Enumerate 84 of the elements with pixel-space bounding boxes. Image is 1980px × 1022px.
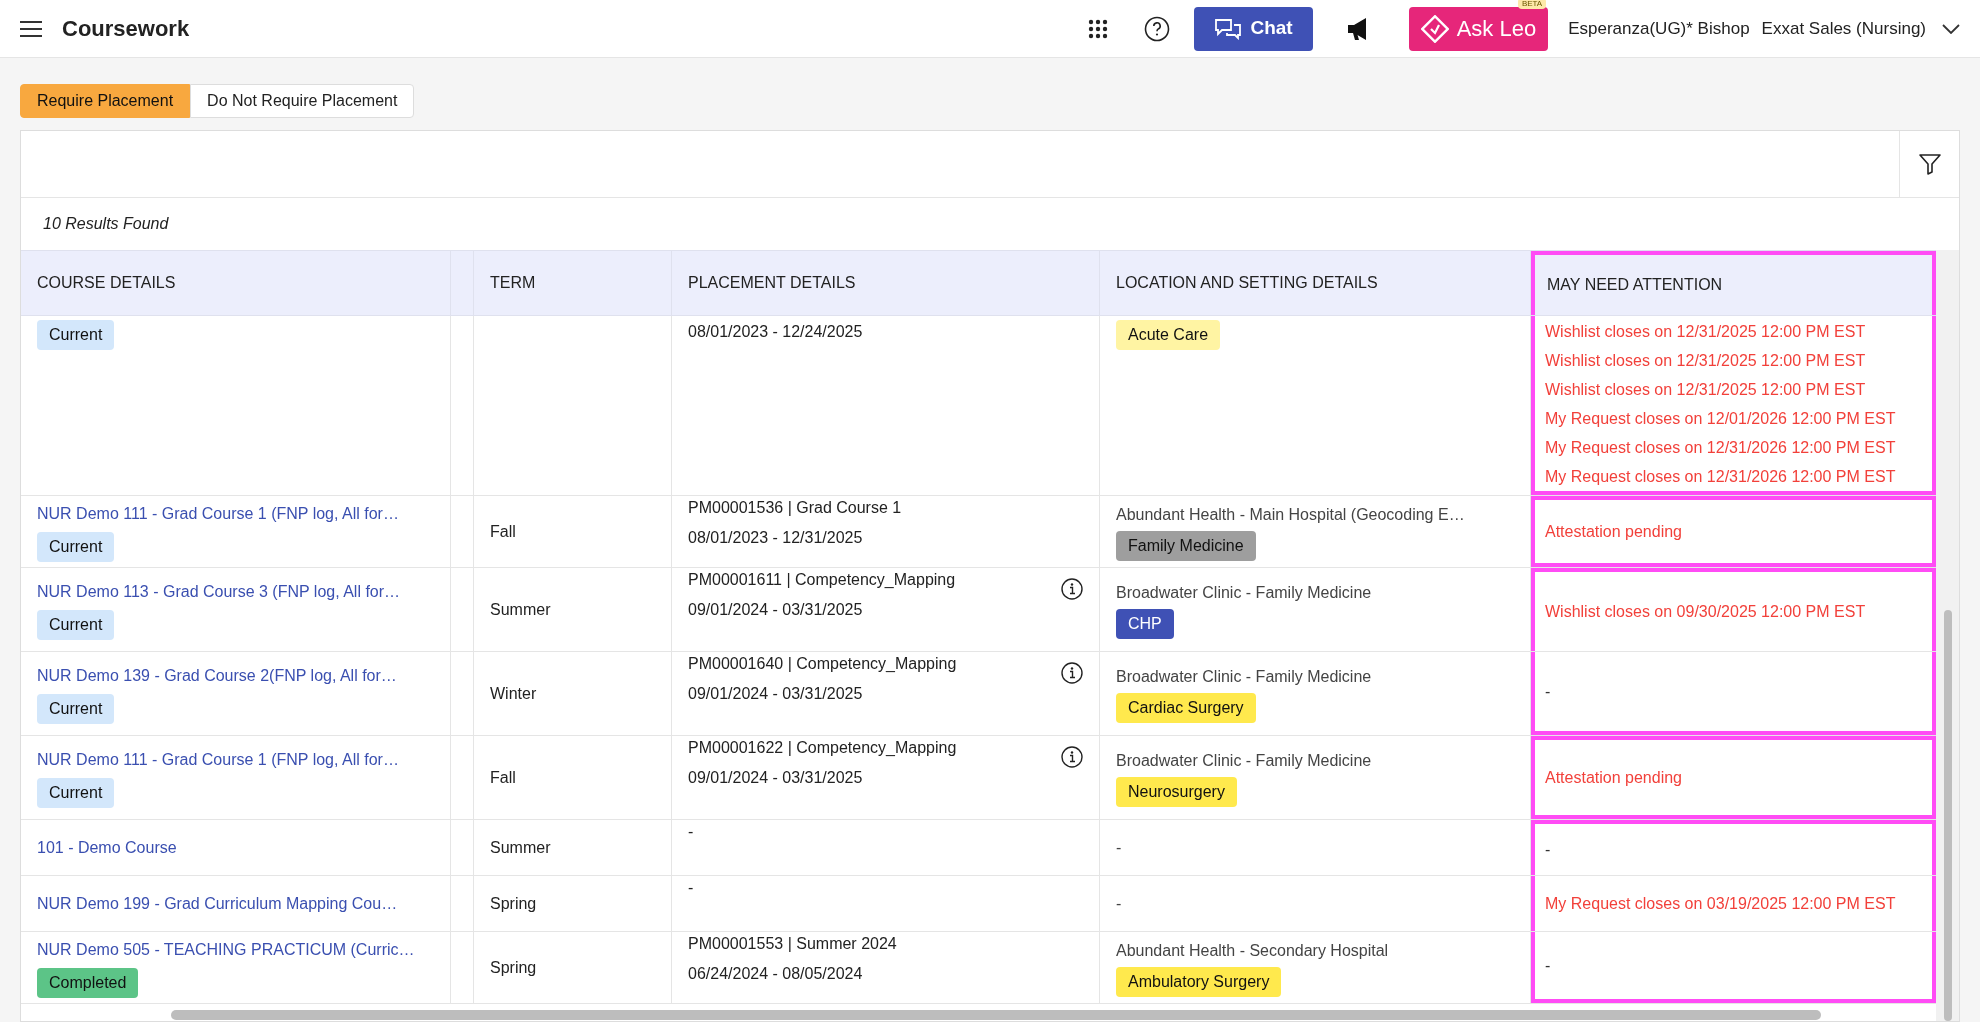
location-text: -	[1116, 837, 1123, 858]
placement-text: PM00001553 | Summer 2024	[688, 934, 898, 954]
vertical-scrollbar[interactable]	[1943, 610, 1952, 1021]
term-text: Winter	[490, 683, 538, 704]
location-text: Broadwater Clinic - Family Medicine	[1116, 582, 1373, 603]
setting-tag: Cardiac Surgery	[1116, 692, 1256, 723]
status-badge: Current	[37, 320, 115, 350]
course-link[interactable]: NUR Demo 139 - Grad Course 2(FNP log, All for…	[37, 663, 434, 688]
placement-text: PM00001611 | Competency_Mapping	[688, 570, 957, 590]
status-badge: Current	[37, 531, 115, 562]
course-link[interactable]: NUR Demo 111 - Grad Course 1 (FNP log, All for…	[37, 501, 434, 526]
diamond-logo-icon	[1420, 14, 1449, 43]
attention-text: -	[1545, 955, 1552, 976]
help-icon[interactable]	[1144, 15, 1171, 42]
location-text: -	[1116, 893, 1123, 914]
column-header: COURSE DETAILS	[21, 251, 451, 315]
placement-text: 08/01/2023 - 12/24/2025	[688, 322, 864, 342]
term-text: Spring	[490, 957, 538, 978]
placement-text: 09/01/2024 - 03/31/2025	[688, 684, 864, 704]
apps-grid-icon[interactable]	[1088, 18, 1109, 39]
setting-tag: Family Medicine	[1116, 530, 1256, 561]
placement-text: PM00001536 | Grad Course 1	[688, 498, 903, 518]
info-icon[interactable]	[1061, 746, 1083, 768]
attention-text: My Request closes on 12/31/2026 12:00 PM EST	[1545, 438, 1897, 458]
attention-text: -	[1545, 681, 1552, 702]
term-text: Spring	[490, 893, 538, 914]
status-badge: Current	[37, 609, 115, 640]
chat-button[interactable]: Chat	[1194, 6, 1313, 51]
attention-text: My Request closes on 12/31/2026 12:00 PM EST	[1545, 467, 1897, 487]
attention-text: Wishlist closes on 12/31/2025 12:00 PM EST	[1545, 322, 1867, 342]
status-badge: Current	[37, 777, 115, 808]
attention-text: Attestation pending	[1545, 767, 1683, 788]
location-text: Abundant Health - Secondary Hospital	[1116, 940, 1390, 961]
page-title: Coursework	[62, 15, 190, 43]
term-text: Summer	[490, 837, 552, 858]
ask-leo-button[interactable]: Ask Leo	[1408, 6, 1549, 51]
placement-text: 09/01/2024 - 03/31/2025	[688, 600, 864, 620]
column-header: PLACEMENT DETAILS	[672, 251, 1100, 315]
column-header: LOCATION AND SETTING DETAILS	[1100, 251, 1531, 315]
location-text: Broadwater Clinic - Family Medicine	[1116, 750, 1373, 771]
placement-tab[interactable]: Require Placement	[20, 84, 191, 118]
placement-text: PM00001640 | Competency_Mapping	[688, 654, 958, 674]
attention-text: -	[1545, 839, 1552, 860]
placement-text: -	[688, 878, 695, 898]
course-link[interactable]: NUR Demo 199 - Grad Curriculum Mapping Cou…	[37, 891, 434, 916]
setting-tag: Neurosurgery	[1116, 776, 1237, 807]
placement-text: 09/01/2024 - 03/31/2025	[688, 768, 864, 788]
user-name: Esperanza(UG)* Bishop	[1568, 17, 1750, 40]
course-link[interactable]: NUR Demo 111 - Grad Course 1 (FNP log, All for…	[37, 747, 434, 772]
placement-text: 06/24/2024 - 08/05/2024	[688, 964, 864, 984]
attention-text: Wishlist closes on 12/31/2025 12:00 PM EST	[1545, 380, 1867, 400]
info-icon[interactable]	[1061, 662, 1083, 684]
placement-text: PM00001622 | Competency_Mapping	[688, 738, 958, 758]
chevron-down-icon[interactable]	[1942, 23, 1960, 34]
attention-text: Wishlist closes on 12/31/2025 12:00 PM EST	[1545, 351, 1867, 371]
term-text: Fall	[490, 767, 517, 788]
course-link[interactable]: NUR Demo 505 - TEACHING PRACTICUM (Curric…	[37, 937, 434, 962]
term-text: Summer	[490, 599, 552, 620]
organization-name: Exxat Sales (Nursing)	[1761, 17, 1926, 40]
attention-text: Attestation pending	[1545, 521, 1683, 542]
setting-tag: CHP	[1116, 608, 1174, 639]
attention-text: My Request closes on 03/19/2025 12:00 PM EST	[1545, 893, 1897, 914]
filter-icon	[1917, 152, 1942, 176]
setting-tag: Acute Care	[1116, 320, 1221, 350]
info-icon[interactable]	[1061, 578, 1083, 600]
placement-text: -	[688, 822, 695, 842]
menu-icon[interactable]	[20, 19, 42, 38]
attention-text: Wishlist closes on 09/30/2025 12:00 PM EST	[1545, 601, 1867, 622]
horizontal-scrollbar[interactable]	[171, 1010, 1821, 1020]
term-text: Fall	[490, 521, 517, 542]
placement-text: 08/01/2023 - 12/31/2025	[688, 528, 864, 548]
location-text: Abundant Health - Main Hospital (Geocoding E…	[1116, 504, 1466, 525]
chat-bubbles-icon	[1214, 17, 1243, 40]
column-header: TERM	[474, 251, 672, 315]
beta-badge: BETA	[1517, 0, 1547, 9]
location-text: Broadwater Clinic - Family Medicine	[1116, 666, 1373, 687]
status-badge: Current	[37, 693, 115, 724]
status-badge: Completed	[37, 967, 139, 998]
course-link[interactable]: NUR Demo 113 - Grad Course 3 (FNP log, All for…	[37, 579, 434, 604]
attention-text: My Request closes on 12/01/2026 12:00 PM EST	[1545, 409, 1897, 429]
course-link[interactable]: 101 - Demo Course	[37, 835, 434, 860]
setting-tag: Ambulatory Surgery	[1116, 966, 1282, 997]
placement-tab[interactable]: Do Not Require Placement	[190, 84, 415, 118]
results-count: 10 Results Found	[43, 214, 169, 234]
